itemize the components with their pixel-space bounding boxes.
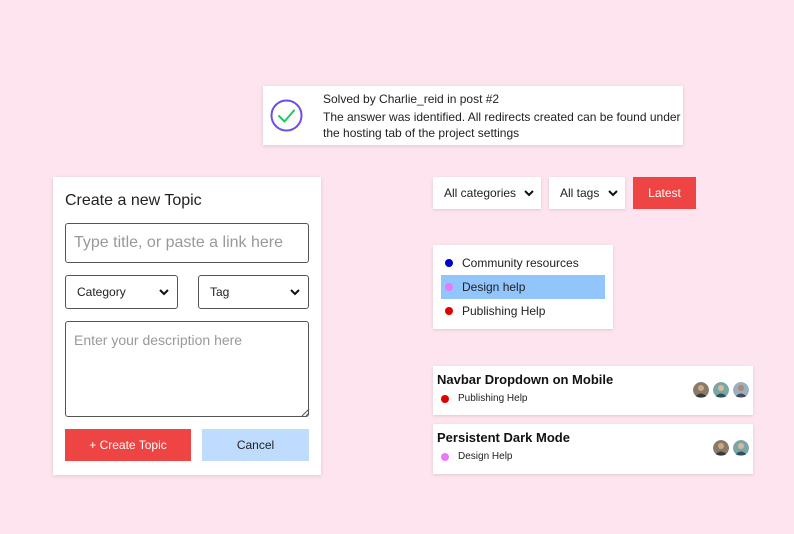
solved-message-line1: The answer was identified. All redirects… bbox=[323, 109, 681, 124]
topic-title-input[interactable] bbox=[65, 223, 309, 263]
topic-category: Design Help bbox=[437, 451, 749, 462]
participant-avatars bbox=[693, 382, 749, 398]
category-filter-select[interactable]: All categories bbox=[433, 177, 541, 209]
participant-avatars bbox=[713, 440, 749, 456]
category-label: Design help bbox=[462, 280, 526, 294]
solved-message-line2: the hosting tab of the project settings bbox=[323, 125, 520, 140]
create-topic-heading: Create a new Topic bbox=[65, 192, 202, 209]
topic-title[interactable]: Persistent Dark Mode bbox=[437, 430, 749, 445]
tags-filter-value: All tags bbox=[560, 186, 600, 200]
select-row: Category Tag bbox=[65, 275, 309, 309]
category-dot bbox=[445, 307, 453, 315]
resize-handle-icon[interactable] bbox=[300, 407, 310, 417]
solved-banner: Solved by Charlie_reid in post #2 The an… bbox=[263, 86, 683, 145]
category-dot bbox=[445, 283, 453, 291]
cancel-button[interactable]: Cancel bbox=[202, 429, 309, 461]
check-circle-icon bbox=[270, 99, 303, 132]
category-list: Community resources Design help Publishi… bbox=[433, 245, 613, 329]
chevron-down-icon bbox=[608, 189, 618, 196]
category-item-design-help[interactable]: Design help bbox=[441, 275, 605, 299]
category-item-publishing-help[interactable]: Publishing Help bbox=[441, 299, 605, 323]
form-buttons: + Create Topic Cancel bbox=[65, 429, 309, 461]
chevron-down-icon bbox=[524, 189, 534, 196]
category-dot bbox=[445, 259, 453, 267]
chevron-down-icon bbox=[290, 288, 300, 295]
category-dot bbox=[441, 452, 449, 461]
avatar[interactable] bbox=[693, 382, 709, 398]
category-item-community-resources[interactable]: Community resources bbox=[441, 251, 605, 275]
category-dot bbox=[441, 394, 449, 403]
avatar[interactable] bbox=[733, 440, 749, 456]
topic-row-navbar-dropdown[interactable]: Navbar Dropdown on Mobile Publishing Hel… bbox=[433, 366, 753, 415]
avatar[interactable] bbox=[713, 440, 729, 456]
create-topic-card: Create a new Topic Category Tag + Create… bbox=[53, 177, 321, 475]
latest-button[interactable]: Latest bbox=[633, 177, 696, 209]
avatar[interactable] bbox=[713, 382, 729, 398]
category-select-value: Category bbox=[77, 285, 126, 299]
tag-select[interactable]: Tag bbox=[198, 275, 309, 309]
create-topic-button[interactable]: + Create Topic bbox=[65, 429, 191, 461]
solved-title: Solved by Charlie_reid in post #2 bbox=[323, 91, 500, 106]
avatar[interactable] bbox=[733, 382, 749, 398]
topic-category-label: Publishing Help bbox=[458, 393, 528, 404]
description-textarea[interactable] bbox=[65, 321, 309, 417]
category-label: Publishing Help bbox=[462, 304, 546, 318]
category-filter-value: All categories bbox=[444, 186, 517, 200]
topic-category-label: Design Help bbox=[458, 451, 513, 462]
category-select[interactable]: Category bbox=[65, 275, 178, 309]
category-label: Community resources bbox=[462, 256, 579, 270]
tags-filter-select[interactable]: All tags bbox=[549, 177, 625, 209]
tag-select-value: Tag bbox=[210, 285, 230, 299]
chevron-down-icon bbox=[159, 288, 169, 295]
topic-row-persistent-dark-mode[interactable]: Persistent Dark Mode Design Help bbox=[433, 424, 753, 474]
solved-text: Solved by Charlie_reid in post #2 The an… bbox=[323, 91, 681, 141]
